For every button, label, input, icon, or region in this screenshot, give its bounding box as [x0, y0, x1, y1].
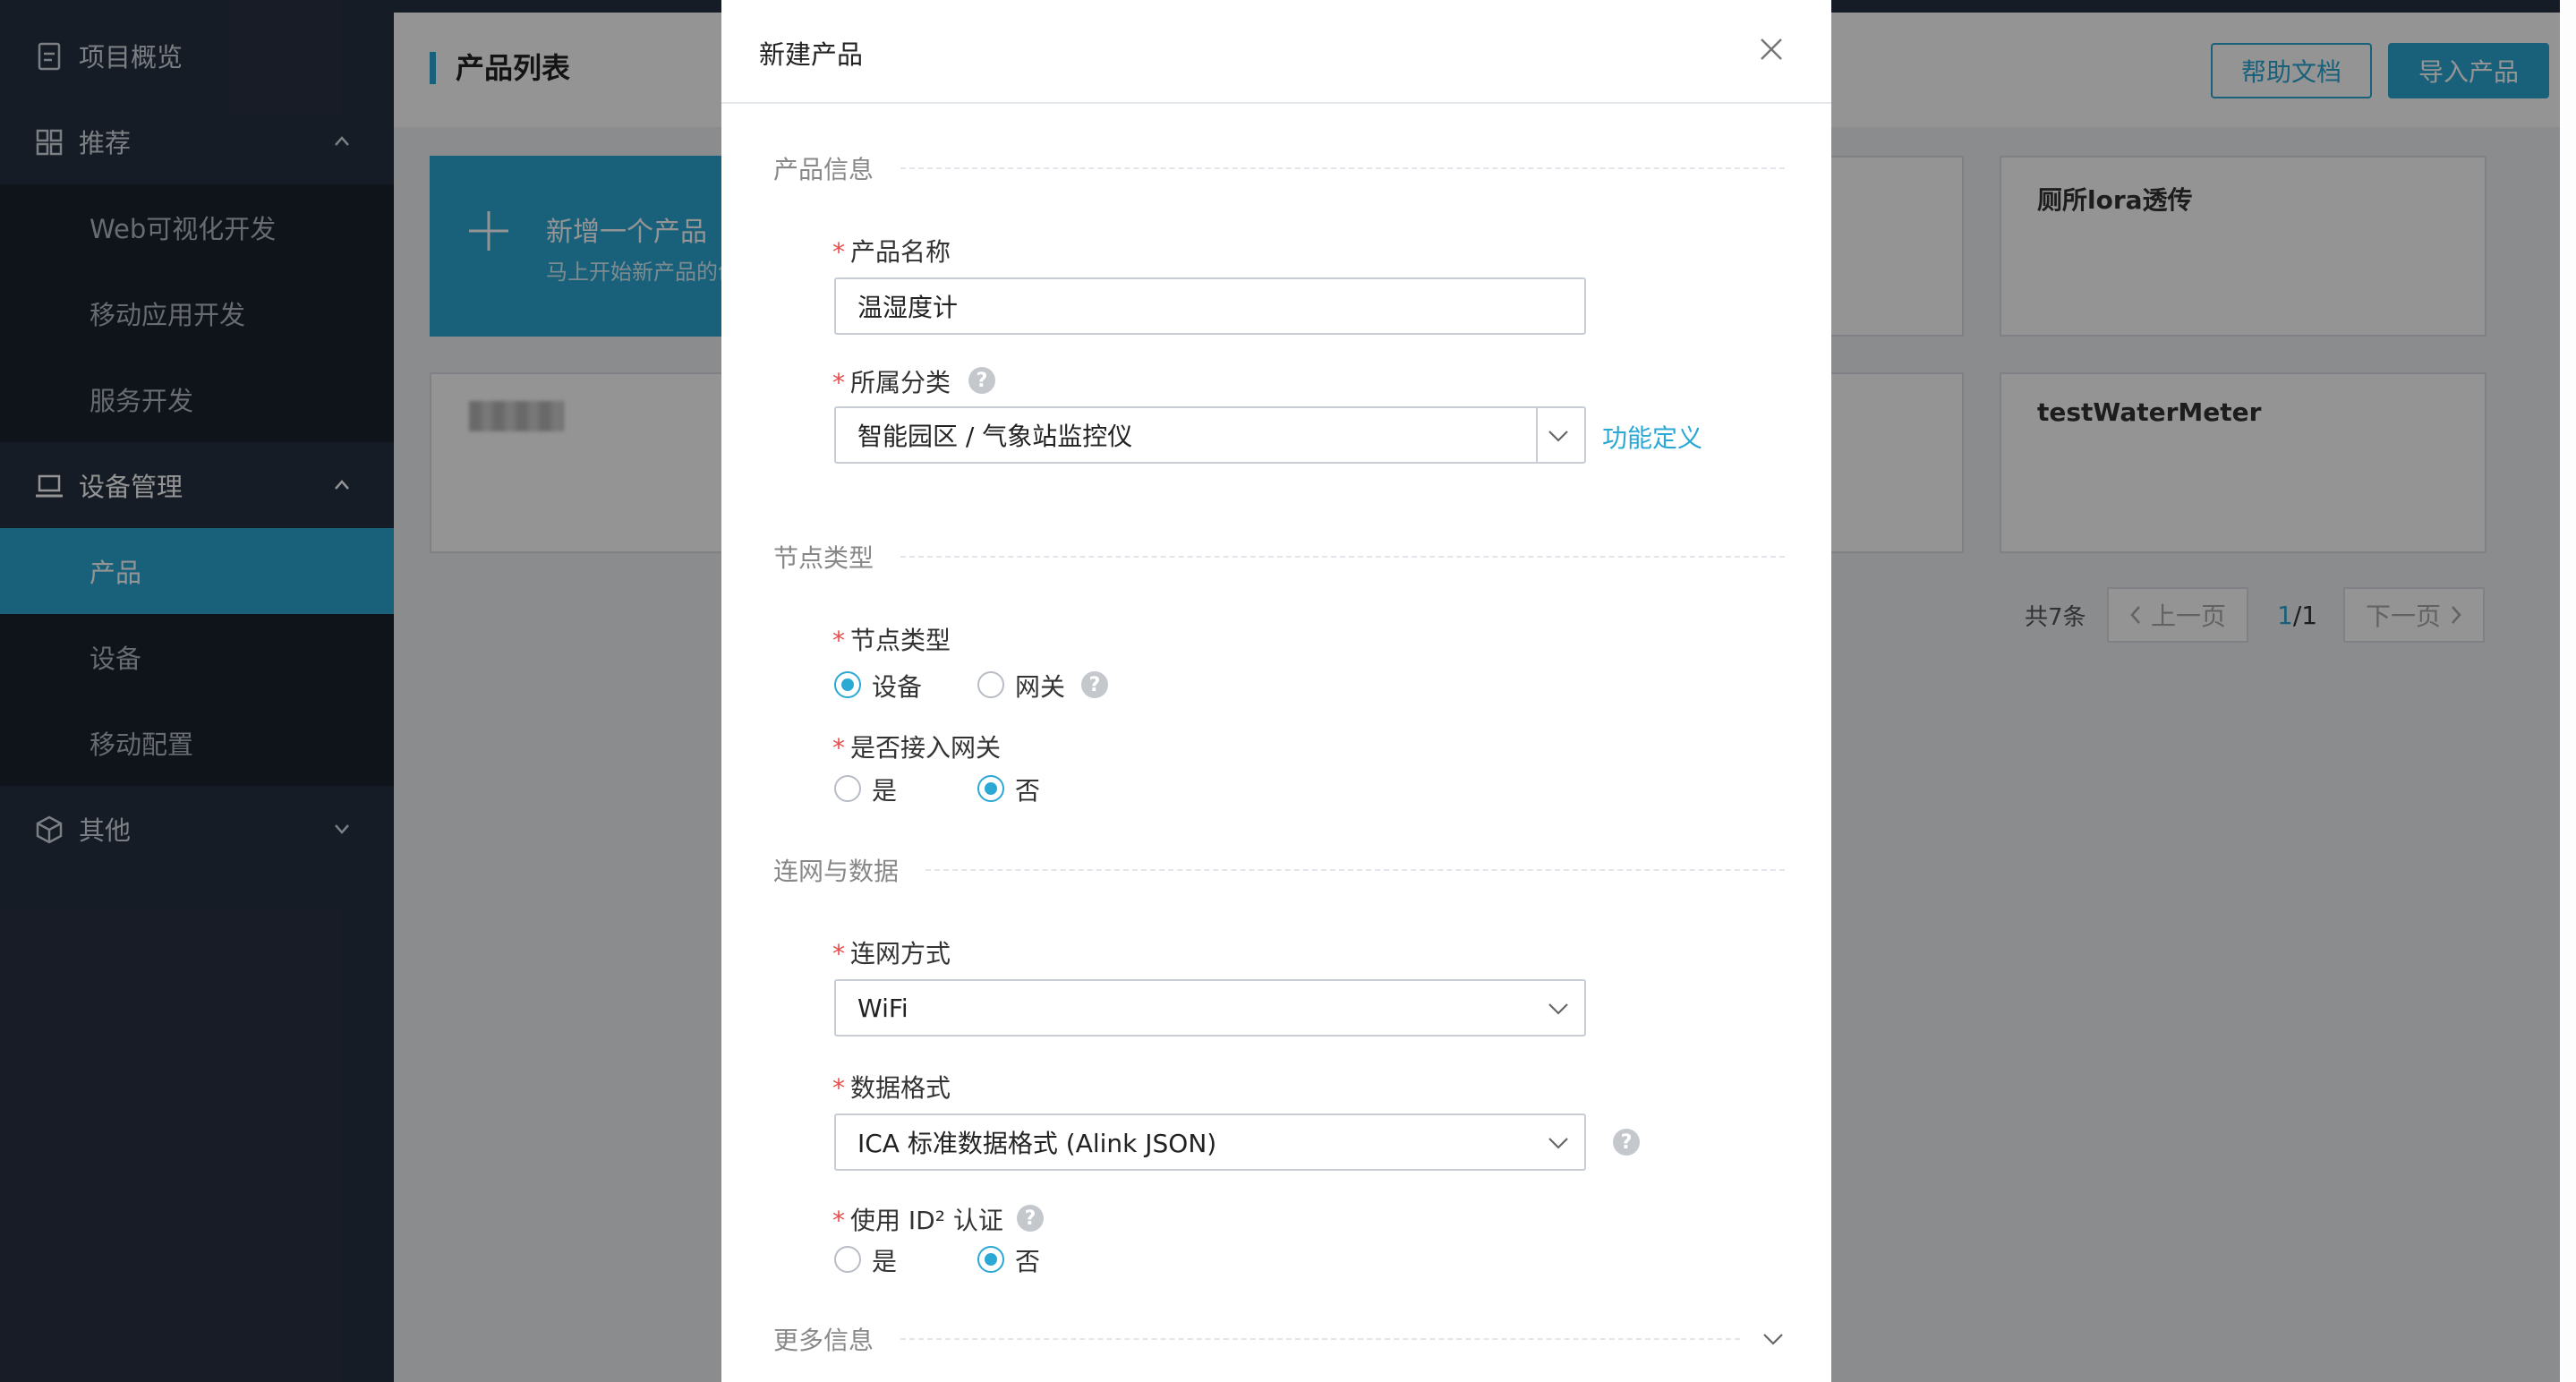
data-format-value: ICA 标准数据格式 (Alink JSON) — [857, 1129, 1217, 1158]
required-asterisk: * — [832, 626, 845, 655]
section-node-type: 节点类型 — [773, 539, 1785, 575]
help-icon[interactable]: ? — [968, 367, 995, 394]
required-asterisk: * — [832, 733, 845, 763]
network-method-value: WiFi — [857, 993, 908, 1023]
product-name-label-text: 产品名称 — [850, 237, 951, 267]
id2-auth-label: * 使用 ID² 认证 — [832, 1201, 1003, 1237]
section-divider — [900, 1338, 1740, 1340]
gateway-label-text: 是否接入网关 — [850, 733, 1002, 763]
section-divider — [925, 869, 1785, 871]
section-title: 更多信息 — [773, 1326, 874, 1355]
required-asterisk: * — [832, 1073, 845, 1103]
gateway-label: * 是否接入网关 — [832, 729, 1001, 764]
id2-auth-label-text: 使用 ID² 认证 — [850, 1206, 1003, 1235]
radio-label: 设备 — [872, 672, 923, 702]
section-divider — [900, 167, 1785, 169]
chevron-down-icon[interactable] — [1761, 1329, 1785, 1349]
network-method-label-text: 连网方式 — [850, 939, 951, 968]
close-icon[interactable] — [1760, 38, 1783, 61]
section-title: 连网与数据 — [773, 857, 900, 886]
help-icon[interactable]: ? — [1081, 671, 1108, 698]
section-title: 产品信息 — [773, 155, 874, 184]
category-value: 智能园区 / 气象站监控仪 — [857, 422, 1133, 451]
select-separator — [1536, 408, 1538, 462]
product-name-label: * 产品名称 — [832, 233, 951, 269]
section-divider — [900, 556, 1785, 558]
radio-label: 否 — [1015, 776, 1041, 806]
id2-no-radio[interactable] — [977, 1246, 1004, 1273]
data-format-label-text: 数据格式 — [850, 1073, 951, 1103]
modal-header: 新建产品 — [721, 0, 1831, 104]
node-type-label-text: 节点类型 — [850, 626, 951, 655]
node-type-label: * 节点类型 — [832, 621, 951, 657]
category-label-text: 所属分类 — [850, 368, 951, 397]
id2-yes-radio[interactable] — [834, 1246, 861, 1273]
product-name-value: 温湿度计 — [857, 293, 959, 322]
chevron-down-icon — [1548, 431, 1568, 442]
section-product-info: 产品信息 — [773, 150, 1785, 186]
node-type-gateway-radio[interactable] — [977, 671, 1004, 698]
category-select[interactable]: 智能园区 / 气象站监控仪 — [834, 406, 1586, 464]
required-asterisk: * — [832, 939, 845, 968]
category-label: * 所属分类 — [832, 363, 951, 399]
radio-label: 是 — [872, 1247, 898, 1276]
radio-label: 是 — [872, 776, 898, 806]
section-network-data: 连网与数据 — [773, 852, 1785, 888]
chevron-down-icon — [1548, 1003, 1568, 1015]
help-icon[interactable]: ? — [1613, 1129, 1640, 1156]
section-more-info[interactable]: 更多信息 — [773, 1321, 1785, 1357]
radio-label: 网关 — [1015, 672, 1066, 702]
new-product-modal: 新建产品 产品信息 * 产品名称 温湿度计 * 所属分类 ? 智能园区 / 气象站监… — [721, 0, 1831, 1382]
network-method-select[interactable]: WiFi — [834, 979, 1586, 1036]
radio-label: 否 — [1015, 1247, 1041, 1276]
required-asterisk: * — [832, 368, 845, 397]
function-definition-link[interactable]: 功能定义 — [1602, 419, 1702, 455]
product-name-input[interactable]: 温湿度计 — [834, 277, 1586, 335]
help-icon[interactable]: ? — [1017, 1205, 1044, 1232]
gateway-no-radio[interactable] — [977, 775, 1004, 802]
modal-title: 新建产品 — [759, 39, 864, 70]
data-format-label: * 数据格式 — [832, 1069, 951, 1105]
node-type-device-radio[interactable] — [834, 671, 861, 698]
section-title: 节点类型 — [773, 543, 874, 573]
network-method-label: * 连网方式 — [832, 934, 951, 970]
page-scrollbar[interactable] — [2560, 0, 2576, 1382]
required-asterisk: * — [832, 237, 845, 267]
data-format-select[interactable]: ICA 标准数据格式 (Alink JSON) — [834, 1113, 1586, 1171]
gateway-yes-radio[interactable] — [834, 775, 861, 802]
required-asterisk: * — [832, 1206, 845, 1235]
chevron-down-icon — [1548, 1138, 1568, 1149]
